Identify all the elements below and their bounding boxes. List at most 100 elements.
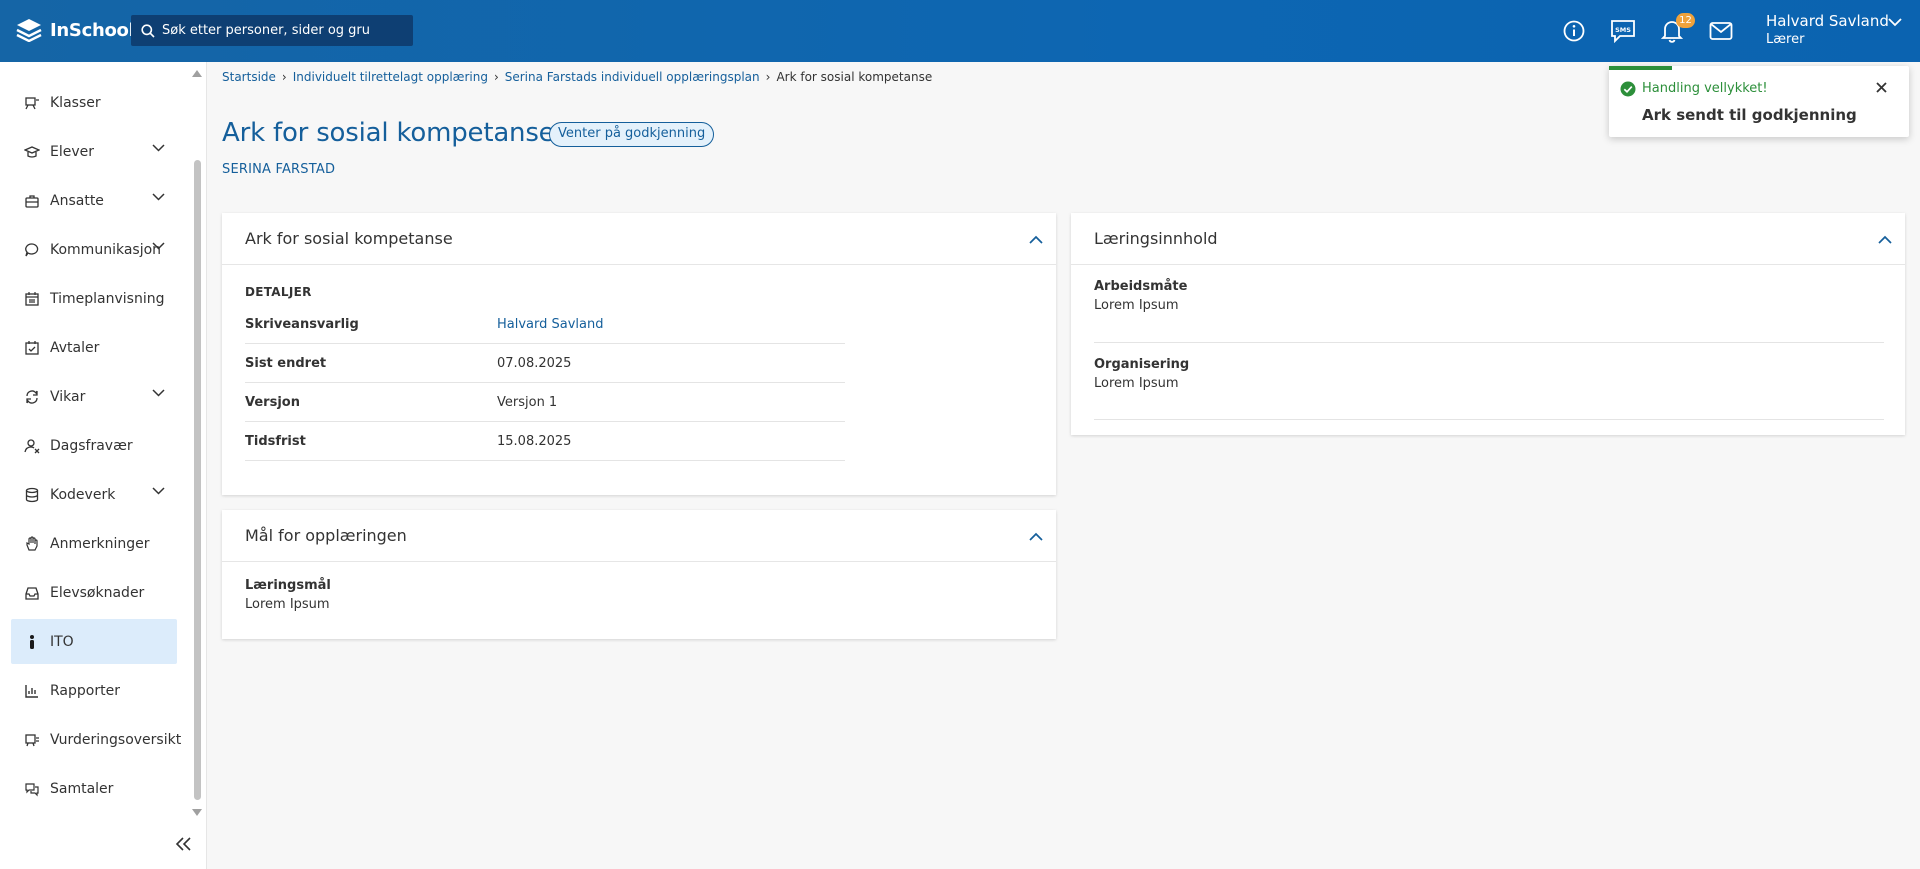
sms-button[interactable]: SMS <box>1610 18 1636 44</box>
sidebar-item-label: Timeplanvisning <box>50 290 165 307</box>
sidebar-item-kommunikasjon[interactable]: Kommunikasjon <box>11 227 177 272</box>
sidebar-item-vikar[interactable]: Vikar <box>11 374 177 419</box>
goals-card: Mål for opplæringen Læringsmål Lorem Ips… <box>222 510 1056 639</box>
messages-button[interactable] <box>1708 18 1734 44</box>
detail-row: Versjon Versjon 1 <box>245 383 845 422</box>
sidebar-item-label: Vurderingsoversikt <box>50 731 182 748</box>
card-title: Mål for opplæringen <box>245 526 407 545</box>
sidebar-item-label: Ansatte <box>50 192 104 209</box>
detail-row: Skriveansvarlig Halvard Savland <box>245 305 845 344</box>
page-title: Ark for sosial kompetanse <box>222 118 555 148</box>
sidebar-item-ito[interactable]: ITO <box>11 619 177 664</box>
breadcrumb-link[interactable]: Serina Farstads individuell opplæringspl… <box>505 70 760 84</box>
check-circle-icon <box>1620 81 1636 97</box>
detail-value: 15.08.2025 <box>497 433 572 449</box>
collapse-sidebar-icon[interactable] <box>175 836 193 852</box>
goals-card-header[interactable]: Mål for opplæringen <box>222 510 1056 562</box>
sidebar-item-label: Kommunikasjon <box>50 241 162 258</box>
inbox-icon <box>24 585 40 601</box>
sidebar-item-elevsøknader[interactable]: Elevsøknader <box>11 570 177 615</box>
user-role: Lærer <box>1766 32 1805 47</box>
search-icon <box>141 23 155 38</box>
students-icon <box>24 144 40 160</box>
sidebar-item-label: Rapporter <box>50 682 120 699</box>
user-absence-icon <box>24 438 40 454</box>
person-icon <box>24 634 40 650</box>
field-value: Lorem Ipsum <box>1094 376 1179 391</box>
hand-icon <box>24 535 40 552</box>
breadcrumb-link[interactable]: Startside <box>222 70 276 84</box>
chevron-down-icon <box>152 487 165 495</box>
chevron-down-icon <box>152 193 165 201</box>
search-box[interactable] <box>131 15 413 46</box>
sidebar-item-rapporter[interactable]: Rapporter <box>11 668 177 713</box>
status-badge: Venter på godkjenning <box>549 122 715 147</box>
sidebar-item-label: Samtaler <box>50 780 114 797</box>
organisation-field: Organisering Lorem Ipsum <box>1094 357 1189 391</box>
detail-row: Tidsfrist 15.08.2025 <box>245 422 845 461</box>
sidebar-item-elever[interactable]: Elever <box>11 129 177 174</box>
responsible-user-link[interactable]: Halvard Savland <box>497 317 604 332</box>
sidebar-item-label: Elever <box>50 143 95 160</box>
sidebar-item-label: ITO <box>50 633 74 650</box>
sidebar-item-timeplanvisning[interactable]: Timeplanvisning <box>11 276 177 321</box>
chevron-up-icon <box>1878 235 1892 244</box>
info-button[interactable] <box>1561 18 1587 44</box>
toast-title: Handling vellykket! <box>1642 81 1768 96</box>
sms-icon: SMS <box>1611 20 1635 43</box>
staff-icon <box>24 193 40 209</box>
chevron-down-icon <box>1888 18 1902 27</box>
search-input[interactable] <box>162 23 402 38</box>
chat-icon <box>24 242 40 258</box>
swap-icon <box>24 389 40 405</box>
field-value: Lorem Ipsum <box>245 597 330 612</box>
envelope-icon <box>1709 22 1733 40</box>
svg-text:SMS: SMS <box>1615 26 1631 34</box>
sidebar-item-vurderingsoversikt[interactable]: Vurderingsoversikt <box>11 717 181 762</box>
sidebar-item-samtaler[interactable]: Samtaler <box>11 766 177 811</box>
sidebar-scrollbar[interactable] <box>194 160 201 800</box>
sidebar-item-anmerkninger[interactable]: Anmerkninger <box>11 521 177 566</box>
app-logo[interactable]: InSchool <box>16 18 135 42</box>
sidebar-item-label: Avtaler <box>50 339 100 356</box>
scroll-down-icon[interactable] <box>191 808 203 818</box>
top-bar: InSchool SMS 12 Halvard <box>0 0 1920 62</box>
collapse-card-button[interactable] <box>1875 229 1895 249</box>
scroll-up-icon[interactable] <box>191 68 203 78</box>
success-toast: Handling vellykket! Ark sendt til godkje… <box>1609 66 1909 137</box>
close-toast-button[interactable] <box>1872 78 1890 96</box>
detail-row: Sist endret 07.08.2025 <box>245 344 845 383</box>
detail-label: Versjon <box>245 394 300 410</box>
sheet-card-header[interactable]: Ark for sosial kompetanse <box>222 213 1056 265</box>
sidebar-item-dagsfravær[interactable]: Dagsfravær <box>11 423 177 468</box>
collapse-card-button[interactable] <box>1026 526 1046 546</box>
learning-content-card-header[interactable]: Læringsinnhold <box>1071 213 1905 265</box>
sidebar-item-label: Dagsfravær <box>50 437 133 454</box>
sidebar-item-kodeverk[interactable]: Kodeverk <box>11 472 177 517</box>
collapse-card-button[interactable] <box>1026 229 1046 249</box>
breadcrumb: Startside › Individuelt tilrettelagt opp… <box>222 70 932 84</box>
chevron-down-icon <box>152 144 165 152</box>
breadcrumb-link[interactable]: Individuelt tilrettelagt opplæring <box>293 70 488 84</box>
field-label: Arbeidsmåte <box>1094 279 1188 294</box>
detail-label: Skriveansvarlig <box>245 316 359 332</box>
breadcrumb-separator-icon: › <box>493 70 499 84</box>
card-title: Læringsinnhold <box>1094 229 1218 248</box>
breadcrumb-current: Ark for sosial kompetanse <box>776 70 933 84</box>
sidebar-item-avtaler[interactable]: Avtaler <box>11 325 177 370</box>
sidebar-item-klasser[interactable]: Klasser <box>11 80 177 125</box>
toast-message: Ark sendt til godkjenning <box>1642 106 1857 124</box>
chevron-down-icon <box>152 242 165 250</box>
info-icon <box>1563 20 1585 42</box>
sidebar: Klasser Elever Ansatte Kommunikasjon Timepla… <box>0 62 207 869</box>
chevron-up-icon <box>1029 532 1043 541</box>
calendar-check-icon <box>24 340 40 356</box>
field-value: Lorem Ipsum <box>1094 298 1179 313</box>
breadcrumb-separator-icon: › <box>281 70 287 84</box>
sidebar-item-ansatte[interactable]: Ansatte <box>11 178 177 223</box>
close-icon <box>1875 81 1887 93</box>
database-icon <box>24 487 40 503</box>
conversation-icon <box>24 781 40 797</box>
chevron-down-icon <box>152 389 165 397</box>
user-menu[interactable]: Halvard Savland Lærer <box>1766 12 1902 47</box>
